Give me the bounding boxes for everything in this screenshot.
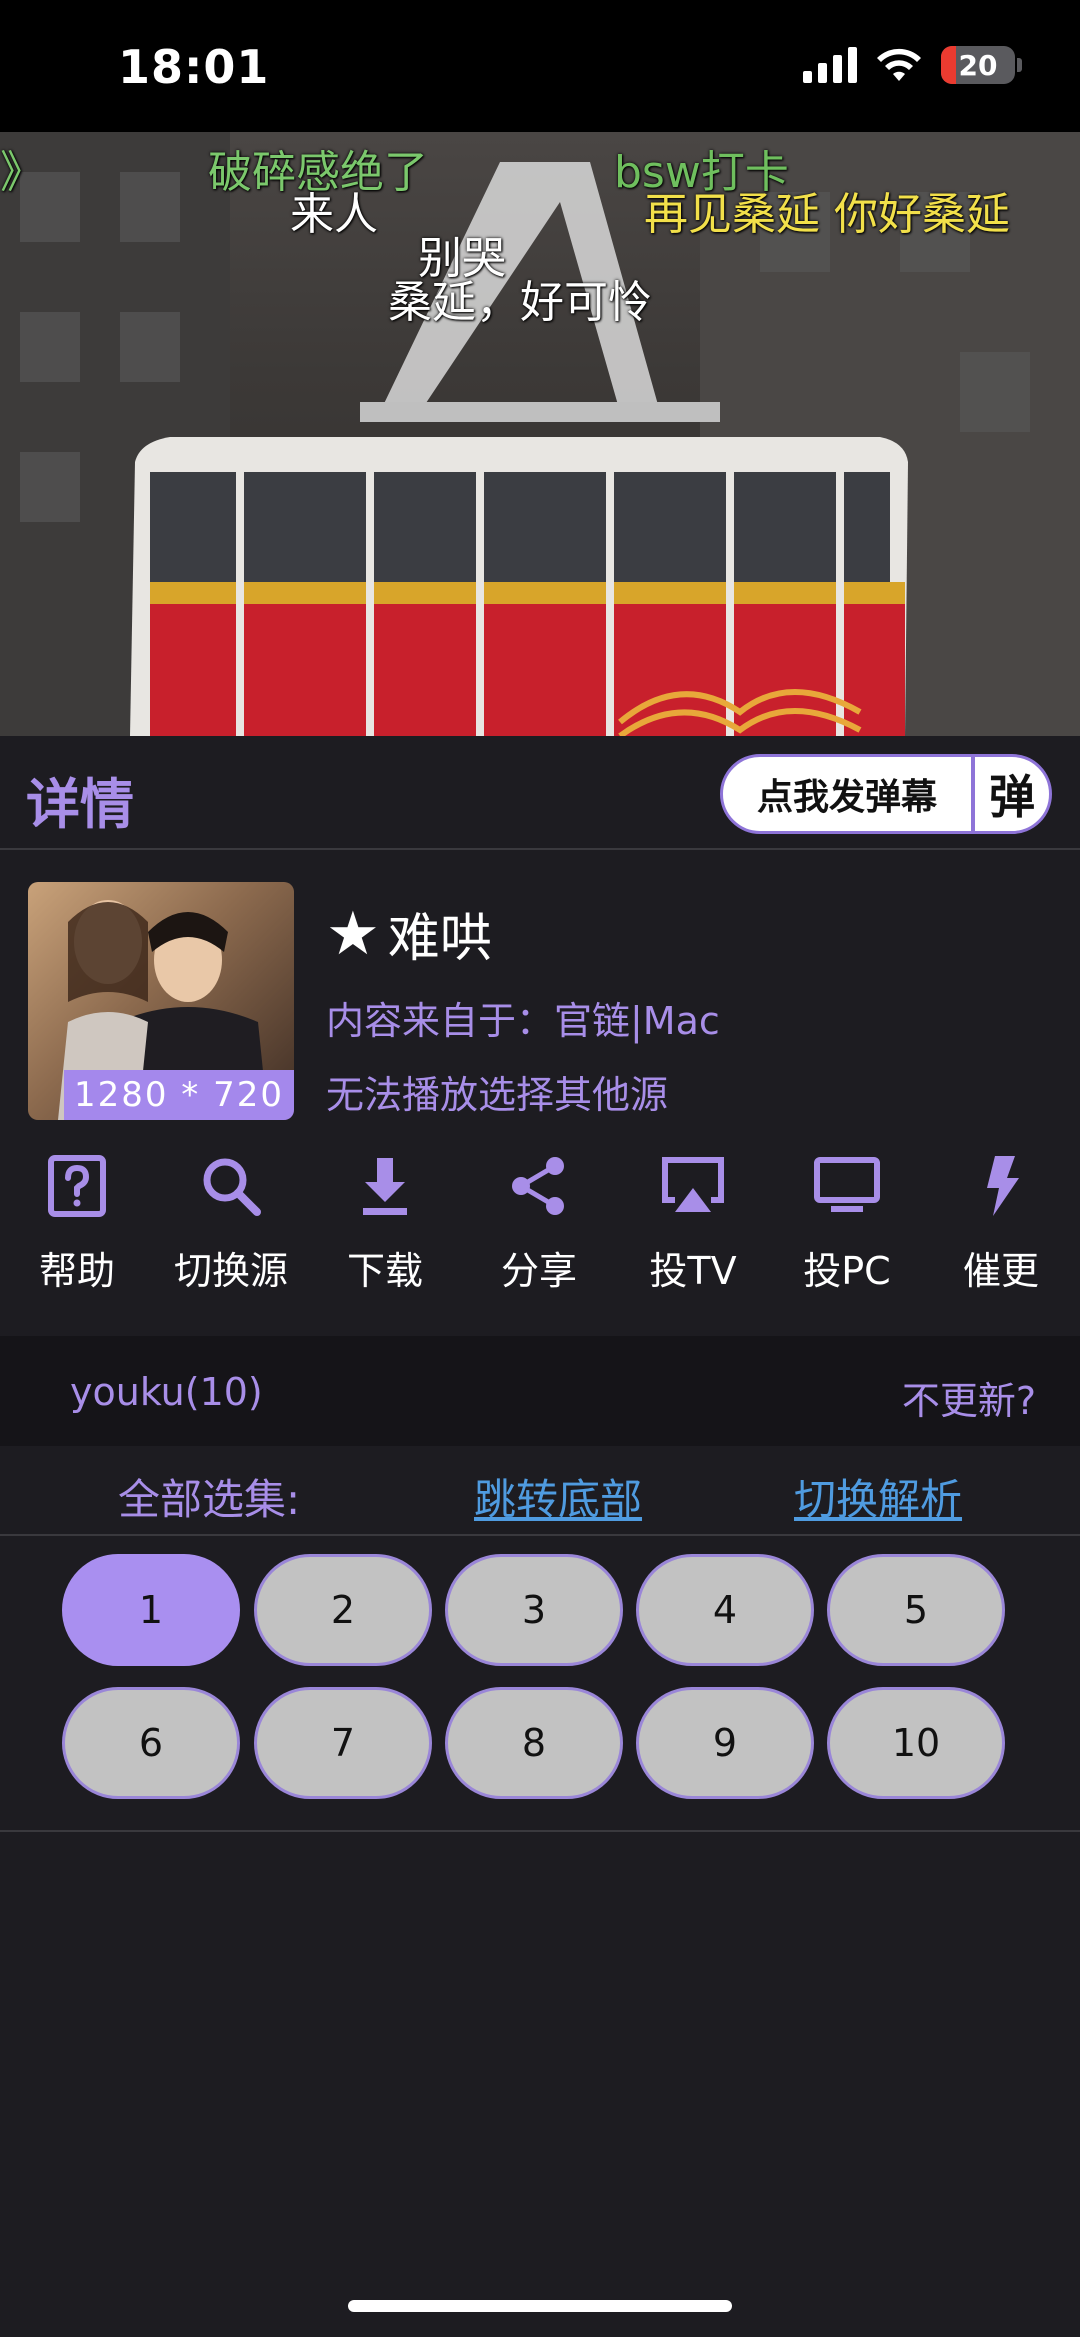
resolution-badge: 1280 * 720 — [63, 1070, 294, 1120]
cast-tv-button[interactable]: 投TV — [616, 1150, 770, 1295]
send-danmaku-button[interactable]: 点我发弹幕 弹 — [720, 754, 1052, 834]
episode-button[interactable]: 10 — [827, 1687, 1005, 1799]
help-label: 帮助 — [38, 1249, 115, 1293]
battery-fill — [941, 46, 956, 84]
danmaku-comment: 》 — [0, 147, 44, 198]
urge-update-button[interactable]: 催更 — [924, 1150, 1078, 1295]
status-bar: 18:01 20 — [0, 0, 1080, 132]
episode-button[interactable]: 8 — [445, 1687, 623, 1799]
share-icon — [512, 1157, 564, 1215]
title-row: ★ 难哄 — [326, 896, 492, 971]
switch-source-button[interactable]: 切换源 — [154, 1150, 308, 1295]
episode-button[interactable]: 2 — [254, 1554, 432, 1666]
source-info: 内容来自于：官链|Mac — [326, 999, 720, 1043]
download-button[interactable]: 下载 — [308, 1150, 462, 1295]
download-label: 下载 — [346, 1249, 423, 1293]
action-bar: 帮助 切换源 下载 分享 投TV 投PC 催更 — [0, 1150, 1080, 1310]
star-icon[interactable]: ★ — [326, 904, 380, 964]
video-player[interactable]: 》 破碎感绝了 bsw打卡 来人 再见桑延 你好桑延 别哭 桑延，好可怜 — [0, 132, 1080, 736]
danmaku-toggle[interactable]: 弹 — [975, 761, 1049, 827]
monitor-icon — [814, 1157, 880, 1212]
jump-bottom-link[interactable]: 跳转底部 — [474, 1466, 642, 1527]
episode-divider — [0, 1830, 1080, 1832]
poster-image: 1280 * 720 — [28, 882, 294, 1120]
help-button[interactable]: 帮助 — [0, 1150, 154, 1295]
share-label: 分享 — [500, 1249, 577, 1293]
source-bar: youku(10) 不更新? — [0, 1336, 1080, 1446]
status-time: 18:01 — [118, 40, 270, 94]
search-icon — [203, 1158, 261, 1216]
detail-title: 详情 — [26, 773, 134, 836]
wifi-icon — [877, 48, 921, 81]
switch-parse-link[interactable]: 切换解析 — [794, 1466, 962, 1527]
episode-button[interactable]: 3 — [445, 1554, 623, 1666]
cellular-signal-icon — [803, 47, 857, 83]
episode-button[interactable]: 4 — [636, 1554, 814, 1666]
lightning-icon — [987, 1156, 1019, 1216]
cast-pc-label: 投PC — [803, 1249, 891, 1293]
episode-header: 全部选集: 跳转底部 切换解析 — [0, 1446, 1080, 1536]
home-indicator[interactable] — [348, 2300, 732, 2312]
episode-button[interactable]: 9 — [636, 1687, 814, 1799]
battery-level: 20 — [958, 48, 998, 82]
source-selector[interactable]: youku(10) — [70, 1370, 263, 1414]
battery-icon: 20 — [941, 46, 1022, 84]
danmaku-comment: 再见桑延 你好桑延 — [644, 189, 1010, 240]
episode-button[interactable]: 7 — [254, 1687, 432, 1799]
episode-button[interactable]: 6 — [62, 1687, 240, 1799]
send-danmaku-label: 点我发弹幕 — [756, 777, 937, 818]
switch-source-label: 切换源 — [173, 1249, 288, 1293]
episode-button[interactable]: 1 — [62, 1554, 240, 1666]
urge-update-label: 催更 — [962, 1249, 1039, 1293]
share-button[interactable]: 分享 — [462, 1150, 616, 1295]
airplay-icon — [662, 1157, 724, 1212]
cast-pc-button[interactable]: 投PC — [770, 1150, 924, 1295]
status-indicators: 20 — [803, 46, 1022, 84]
cast-tv-label: 投TV — [649, 1249, 737, 1293]
danmaku-comment: 桑延，好可怜 — [388, 277, 652, 328]
help-icon — [48, 1155, 106, 1217]
episode-button[interactable]: 5 — [827, 1554, 1005, 1666]
playback-hint[interactable]: 无法播放选择其他源 — [326, 1064, 668, 1119]
detail-header: 详情 点我发弹幕 弹 — [0, 736, 1080, 850]
all-episodes-label: 全部选集: — [118, 1475, 301, 1524]
no-update-link[interactable]: 不更新? — [902, 1370, 1036, 1425]
danmaku-comment: 来人 — [290, 189, 378, 240]
download-icon — [363, 1158, 407, 1215]
show-title: 难哄 — [387, 909, 492, 969]
